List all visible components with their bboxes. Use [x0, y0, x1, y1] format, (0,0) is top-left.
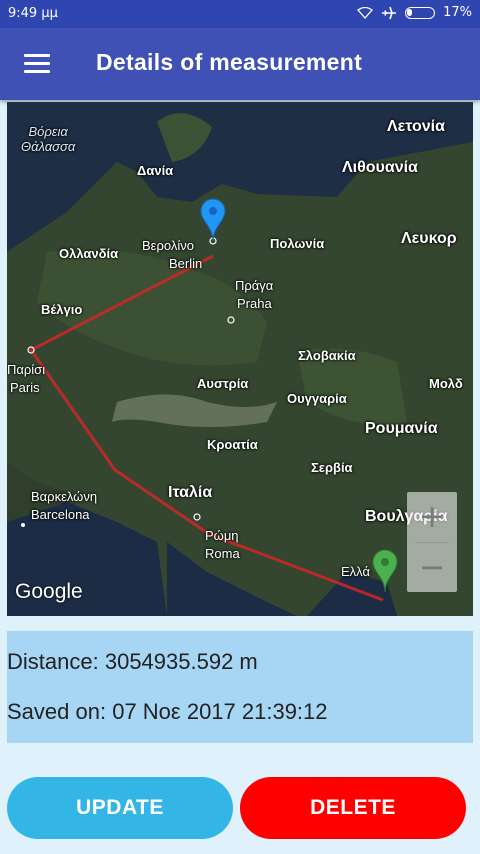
- label-belgium: Βέλγιο: [41, 302, 83, 317]
- battery-icon: [405, 6, 436, 19]
- menu-icon[interactable]: [24, 54, 50, 74]
- label-lithuania: Λιθουανία: [342, 159, 418, 176]
- status-bar: 9:49 μμ 17%: [0, 0, 480, 28]
- label-greece: Ελλά: [341, 564, 370, 579]
- label-latvia: Λετονία: [387, 118, 445, 135]
- label-slovakia: Σλοβακία: [298, 348, 356, 363]
- label-barcelona: Barcelona: [31, 507, 90, 522]
- delete-button[interactable]: DELETE: [240, 777, 466, 839]
- label-moldova: Μολδ: [429, 376, 463, 391]
- label-rome-gr: Ρώμη: [205, 528, 239, 543]
- battery-level: 17%: [443, 5, 472, 20]
- status-time: 9:49 μμ: [8, 6, 58, 21]
- saved-label: Saved on:: [7, 699, 107, 724]
- app-bar: Details of measurement: [0, 28, 480, 100]
- label-croatia: Κροατία: [207, 437, 258, 452]
- label-barcelona-gr: Βαρκελώνη: [31, 489, 98, 504]
- label-prague: Praha: [237, 296, 272, 311]
- label-belarus: Λευκορ: [401, 230, 457, 247]
- status-icons: 17%: [357, 5, 472, 20]
- label-paris: Paris: [10, 380, 40, 395]
- label-italy: Ιταλία: [168, 484, 213, 501]
- measurement-info: Distance: 3054935.592 m Saved on: 07 Νοε…: [7, 631, 473, 743]
- label-north-sea: Βόρεια Θάλασσα: [21, 124, 76, 154]
- label-prague-gr: Πράγα: [235, 278, 274, 293]
- label-serbia: Σερβία: [311, 460, 353, 475]
- end-marker-icon[interactable]: [371, 548, 399, 592]
- saved-line: Saved on: 07 Νοε 2017 21:39:12: [7, 699, 328, 725]
- label-romania: Ρουμανία: [365, 420, 438, 437]
- label-hungary: Ουγγαρία: [287, 391, 347, 406]
- zoom-in-button[interactable]: +: [407, 492, 457, 542]
- distance-label: Distance:: [7, 649, 99, 674]
- start-marker-icon[interactable]: [199, 197, 227, 241]
- google-logo: Google: [15, 580, 83, 603]
- label-denmark: Δανία: [137, 163, 174, 178]
- wifi-icon: [357, 6, 374, 19]
- distance-value: 3054935.592 m: [104, 649, 258, 674]
- label-poland: Πολωνία: [270, 236, 325, 251]
- map-terrain: [7, 102, 473, 616]
- map-view[interactable]: Βόρεια Θάλασσα Λετονία Δανία Λιθουανία Ο…: [7, 102, 473, 616]
- page-title: Details of measurement: [96, 49, 363, 75]
- update-button[interactable]: UPDATE: [7, 777, 233, 839]
- saved-value: 07 Νοε 2017 21:39:12: [112, 699, 328, 724]
- label-berlin: Berlin: [169, 256, 203, 271]
- distance-line: Distance: 3054935.592 m: [7, 649, 258, 675]
- zoom-controls: + −: [407, 492, 457, 592]
- airplane-icon: [382, 6, 397, 19]
- label-berlin-gr: Βερολίνο: [142, 238, 194, 253]
- zoom-out-button[interactable]: −: [407, 543, 457, 593]
- label-rome: Roma: [205, 546, 240, 561]
- label-austria: Αυστρία: [197, 376, 249, 391]
- label-paris-gr: Παρίσι: [7, 362, 46, 377]
- label-netherlands: Ολλανδία: [59, 246, 119, 261]
